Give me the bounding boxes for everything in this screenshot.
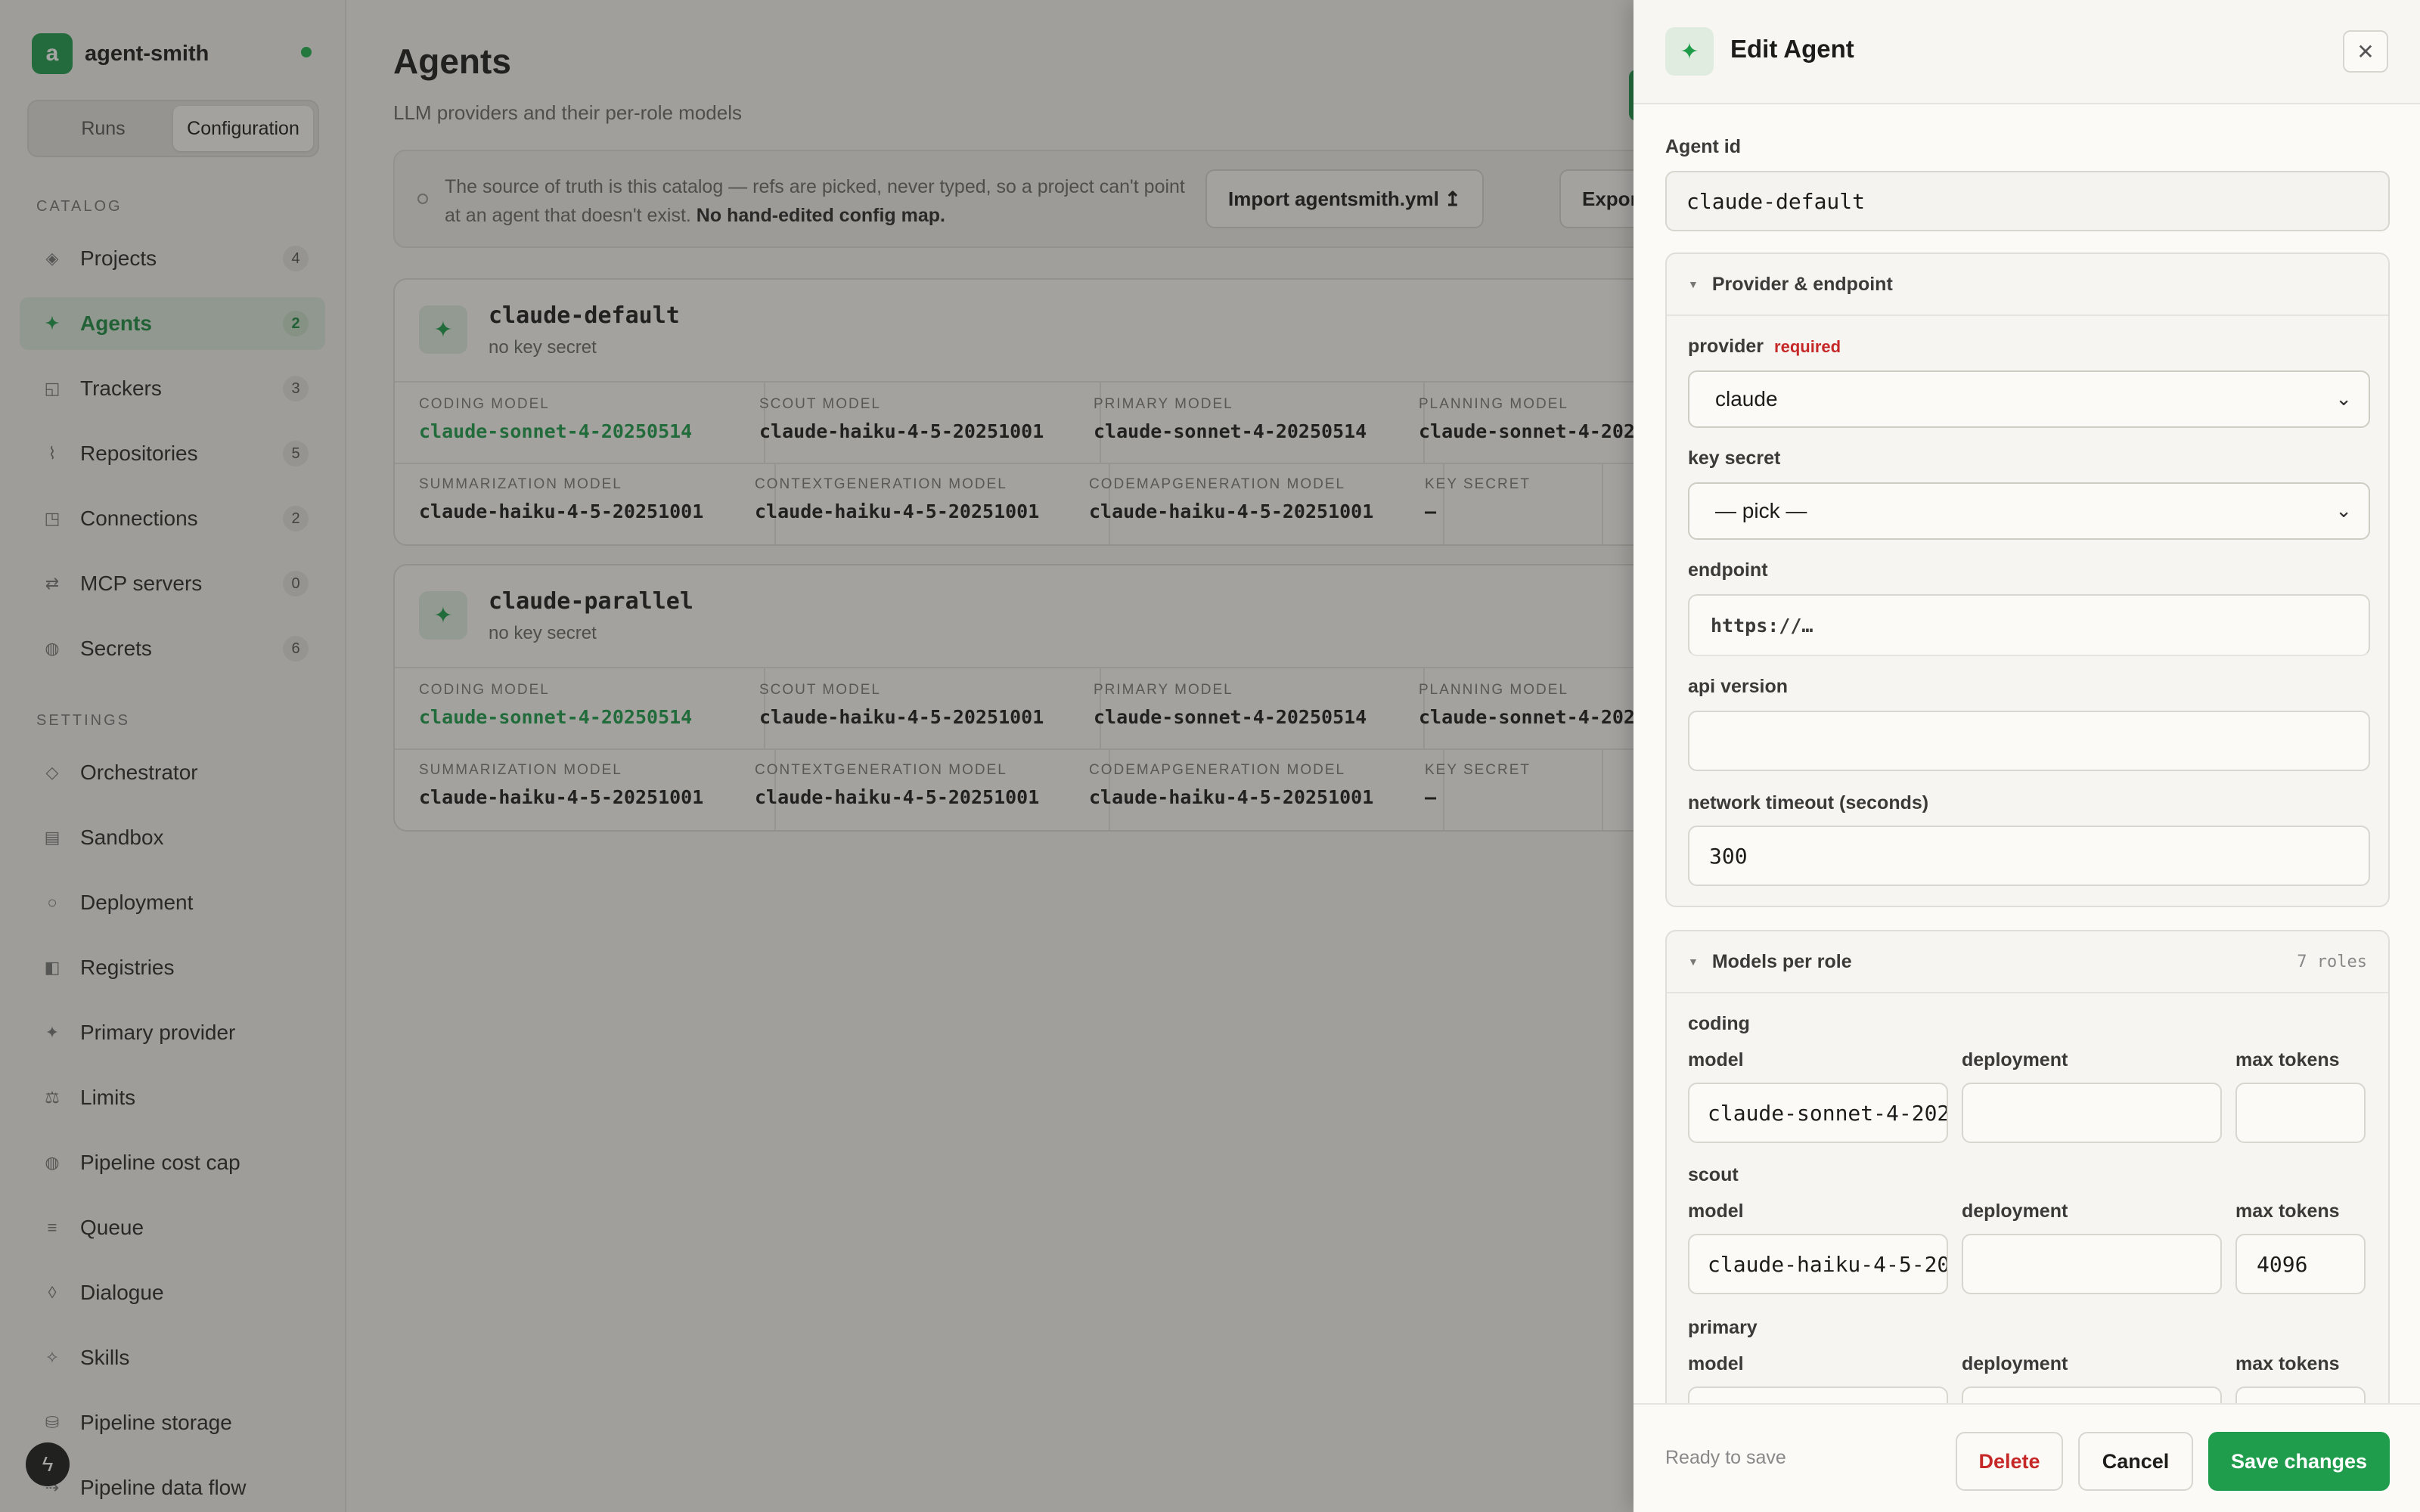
key-secret-select[interactable]: — pick — ⌄ bbox=[1688, 482, 2370, 540]
agent-id-label: Agent id bbox=[1665, 136, 1741, 157]
max-tokens-label: max tokens bbox=[2235, 1049, 2340, 1070]
api-version-label: api version bbox=[1688, 676, 1788, 697]
section-title: Provider & endpoint bbox=[1711, 273, 1893, 295]
select-value: — pick — bbox=[1715, 499, 1807, 522]
deployment-input[interactable] bbox=[1962, 1234, 2222, 1294]
cancel-button[interactable]: Cancel bbox=[2078, 1432, 2193, 1491]
caret-down-icon: ▼ bbox=[1688, 278, 1699, 290]
role-name: coding bbox=[1688, 1013, 1750, 1034]
select-value: claude bbox=[1715, 387, 1778, 411]
agent-id-input[interactable]: claude-default bbox=[1665, 171, 2390, 231]
model-label: model bbox=[1688, 1353, 1744, 1374]
key-secret-label: key secret bbox=[1688, 448, 1781, 469]
endpoint-label: endpoint bbox=[1688, 559, 1768, 581]
role-name: scout bbox=[1688, 1164, 1739, 1185]
max-tokens-label: max tokens bbox=[2235, 1353, 2340, 1374]
max-tokens-label: max tokens bbox=[2235, 1201, 2340, 1222]
models-section-header[interactable]: ▼ Models per role 7 roles bbox=[1667, 931, 2388, 993]
endpoint-input[interactable]: https://… bbox=[1688, 594, 2370, 656]
model-label: model bbox=[1688, 1201, 1744, 1222]
delete-button[interactable]: Delete bbox=[1956, 1432, 2063, 1491]
api-version-input[interactable] bbox=[1688, 711, 2370, 771]
max-tokens-input[interactable]: 4096 bbox=[2235, 1234, 2366, 1294]
max-tokens-input[interactable] bbox=[2235, 1083, 2366, 1143]
drawer-header: ✦ Edit Agent ✕ bbox=[1634, 0, 2420, 104]
drawer-title: Edit Agent bbox=[1730, 35, 1854, 63]
close-button[interactable]: ✕ bbox=[2343, 30, 2388, 73]
provider-panel: ▼ Provider & endpoint provider required cl… bbox=[1665, 253, 2390, 907]
model-input[interactable]: claude-sonnet-4-20250514 bbox=[1688, 1083, 1948, 1143]
timeout-label: network timeout (seconds) bbox=[1688, 792, 1929, 813]
drawer-footer: Ready to save Delete Cancel Save changes bbox=[1634, 1403, 2420, 1512]
model-input[interactable] bbox=[1688, 1387, 1948, 1403]
provider-section-header[interactable]: ▼ Provider & endpoint bbox=[1667, 254, 2388, 316]
modal-backdrop[interactable] bbox=[0, 0, 1634, 1512]
close-icon: ✕ bbox=[2356, 39, 2375, 64]
max-tokens-input[interactable] bbox=[2235, 1387, 2366, 1403]
save-status: Ready to save bbox=[1665, 1447, 1786, 1468]
deployment-label: deployment bbox=[1962, 1049, 2068, 1070]
required-badge: required bbox=[1774, 337, 1841, 356]
save-button[interactable]: Save changes bbox=[2208, 1432, 2390, 1491]
sparkle-icon: ✦ bbox=[1665, 27, 1714, 76]
timeout-input[interactable]: 300 bbox=[1688, 826, 2370, 886]
deployment-input[interactable] bbox=[1962, 1083, 2222, 1143]
model-label: model bbox=[1688, 1049, 1744, 1070]
chevron-down-icon: ⌄ bbox=[2335, 499, 2352, 522]
deployment-input[interactable] bbox=[1962, 1387, 2222, 1403]
caret-down-icon: ▼ bbox=[1688, 956, 1699, 968]
deployment-label: deployment bbox=[1962, 1201, 2068, 1222]
chevron-down-icon: ⌄ bbox=[2335, 387, 2352, 410]
section-title: Models per role bbox=[1711, 950, 1852, 972]
models-panel: ▼ Models per role 7 roles coding model dep… bbox=[1665, 930, 2390, 1403]
field-label: provider bbox=[1688, 336, 1764, 357]
role-name: primary bbox=[1688, 1317, 1758, 1338]
roles-count: 7 roles bbox=[2297, 952, 2367, 971]
edit-agent-drawer: ✦ Edit Agent ✕ Agent id claude-default ▼… bbox=[1634, 0, 2420, 1512]
provider-label: provider required bbox=[1688, 336, 1841, 358]
model-input[interactable]: claude-haiku-4-5-20251001 bbox=[1688, 1234, 1948, 1294]
provider-select[interactable]: claude ⌄ bbox=[1688, 370, 2370, 428]
deployment-label: deployment bbox=[1962, 1353, 2068, 1374]
